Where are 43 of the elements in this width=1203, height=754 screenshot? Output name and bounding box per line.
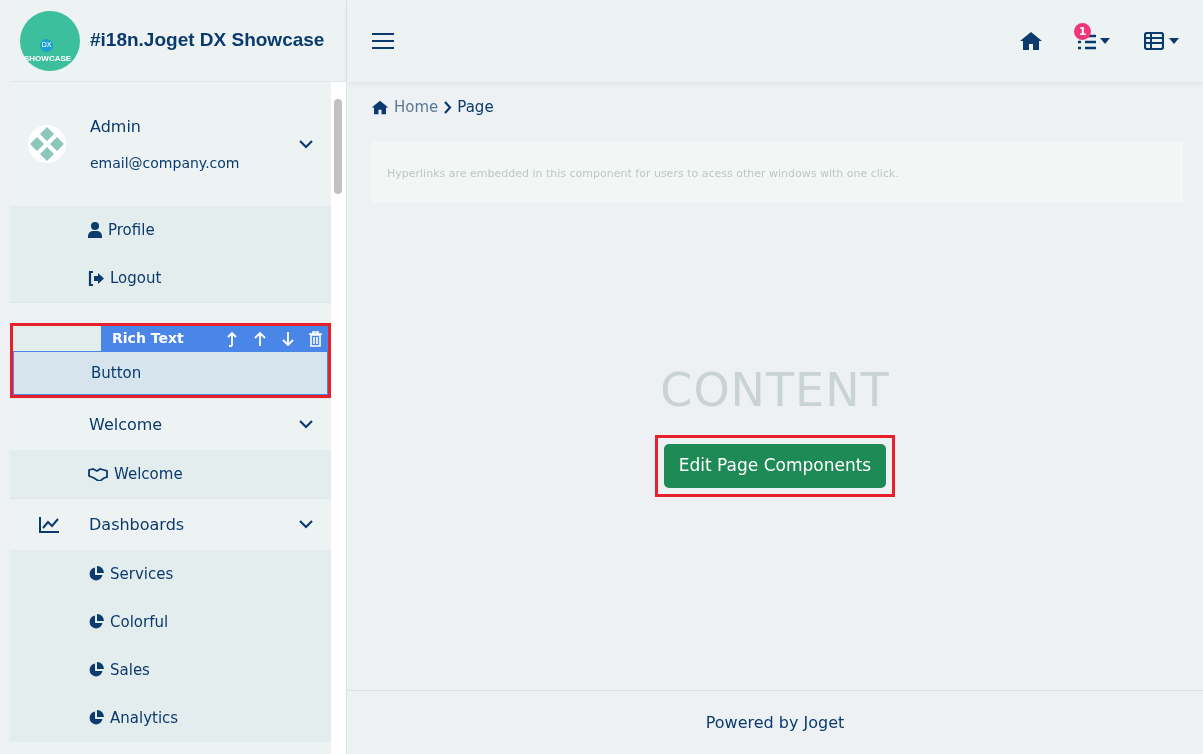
menu-item[interactable]: Button (13, 351, 328, 395)
notification-badge: 1 (1074, 23, 1091, 40)
pie-chart-icon (88, 566, 104, 582)
logout-icon (88, 270, 104, 286)
user-menu-toggle[interactable]: Admin email@company.com (10, 82, 331, 206)
edit-components-button[interactable]: Edit Page Components (663, 444, 887, 488)
breadcrumb-current: Page (457, 97, 494, 118)
caret-icon[interactable] (1169, 38, 1179, 44)
pie-chart-icon (88, 710, 104, 726)
logo-caption: SHOWCASE (24, 52, 72, 65)
pie-chart-icon (88, 614, 104, 630)
pie-chart-icon (88, 662, 104, 678)
chevron-icon (443, 100, 453, 114)
breadcrumb-link[interactable]: Home (394, 96, 439, 119)
menu-item[interactable]: Colorful (10, 598, 331, 646)
user-email: email@company.com (90, 153, 241, 173)
home-icon[interactable] (1019, 31, 1043, 51)
person-icon (88, 222, 102, 238)
table-icon[interactable] (1144, 32, 1164, 50)
menu-icon[interactable] (371, 32, 395, 50)
avatar-icon (28, 125, 66, 163)
menu-item[interactable]: Profile (10, 206, 331, 254)
menu-item[interactable]: Services (10, 550, 331, 598)
home-icon[interactable] (371, 99, 389, 115)
category-label[interactable]: Welcome (38, 412, 299, 437)
app-title: #i18n.Joget DX Showcase (90, 28, 325, 53)
menu-item[interactable]: Sales (10, 646, 331, 694)
chevron-icon[interactable] (299, 420, 313, 429)
handshake-icon (88, 467, 108, 481)
move-up-icon[interactable] (253, 330, 267, 347)
scrollbar[interactable] (331, 82, 346, 754)
category-label[interactable]: Dashboards (89, 512, 299, 537)
caret-icon[interactable] (1100, 38, 1110, 44)
menu-item[interactable]: Analytics (10, 694, 331, 742)
menu-item[interactable]: Welcome (10, 450, 331, 498)
move-top-icon[interactable] (225, 330, 239, 347)
menu-item[interactable]: Logout (10, 254, 331, 302)
trash-icon[interactable] (309, 330, 322, 347)
user-name: Admin (90, 115, 142, 138)
move-down-icon[interactable] (281, 330, 295, 347)
footer-text: Powered by Joget (705, 711, 845, 734)
toolbar-label: Rich Text (112, 329, 184, 348)
chevron-icon[interactable] (299, 520, 313, 529)
